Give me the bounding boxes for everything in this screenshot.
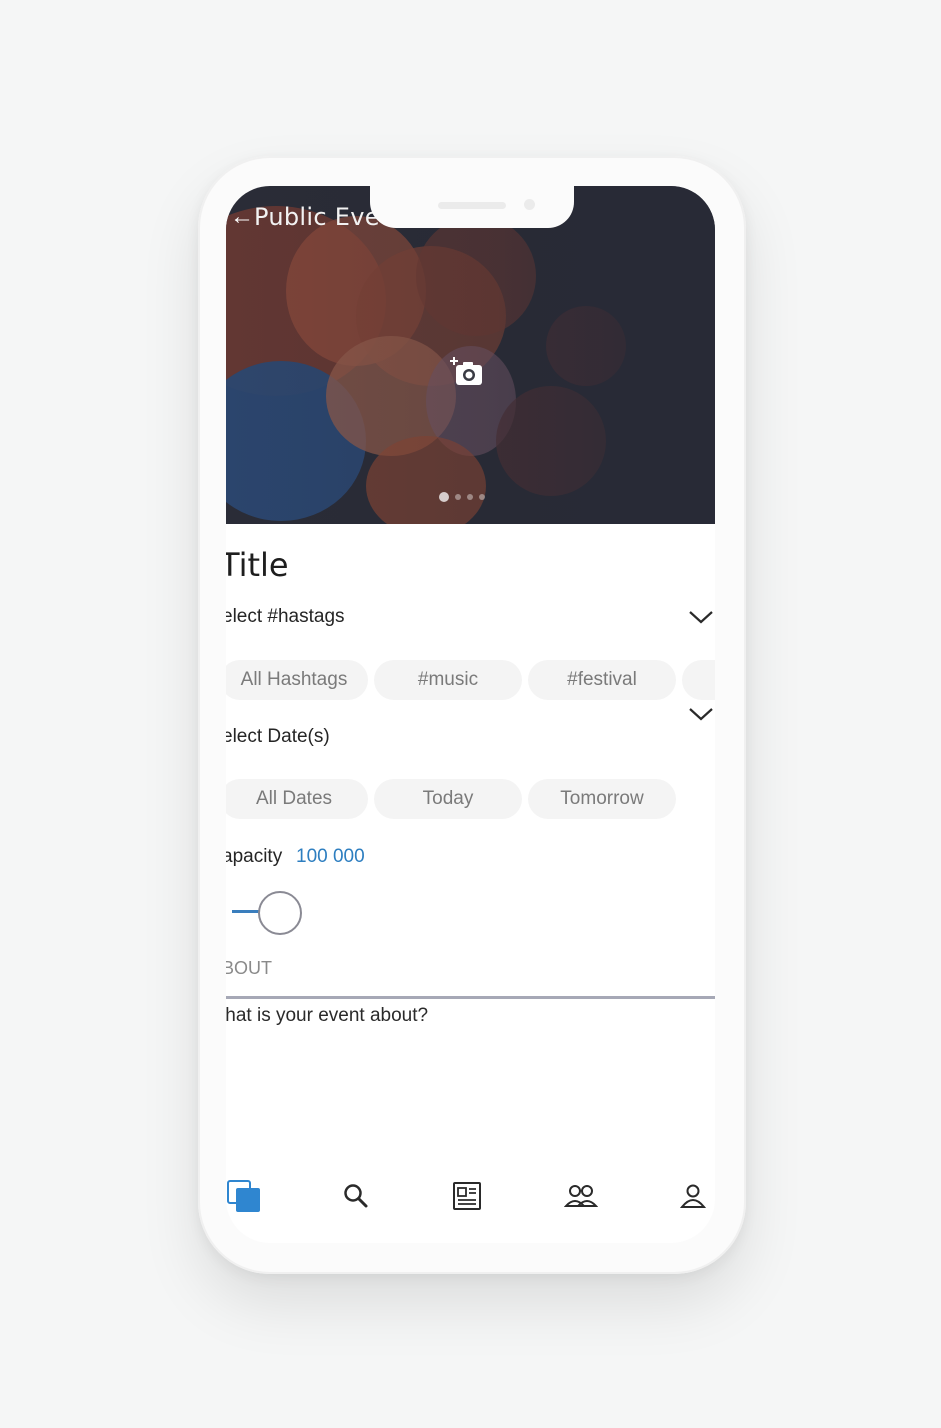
page-title: Public Eve [254,203,380,231]
add-photo-icon[interactable] [450,355,486,389]
device-notch [370,186,574,228]
hashtag-chip[interactable]: All Hashtags [226,660,368,700]
tab-people[interactable] [561,1176,601,1216]
tab-events[interactable] [226,1176,264,1216]
hashtag-chip[interactable]: #music [374,660,522,700]
hashtags-label: elect #hastags [226,606,345,627]
event-title-field[interactable]: Title [226,546,289,584]
dates-label: elect Date(s) [226,726,330,747]
speaker-grille [438,202,506,209]
bottom-tab-bar [226,1176,715,1226]
back-arrow-icon[interactable]: ← [230,202,254,232]
hashtag-chips: All Hashtags #music #festival [226,660,715,700]
app-screen: ← Public Eve Title elect #hastags All Ha [226,186,715,1243]
carousel-dot[interactable] [455,494,461,500]
events-icon [227,1180,260,1212]
carousel-indicator [439,491,485,503]
date-chips: All Dates Today Tomorrow [226,779,676,819]
profile-icon [679,1184,707,1208]
hashtag-chip[interactable]: #festival [528,660,676,700]
news-icon [453,1182,481,1210]
search-icon [344,1184,368,1208]
chevron-down-icon[interactable] [688,706,714,722]
tab-profile[interactable] [673,1176,713,1216]
about-input[interactable] [226,1001,700,1031]
carousel-dot[interactable] [467,494,473,500]
date-chip[interactable]: Today [374,779,522,819]
date-chip[interactable]: All Dates [226,779,368,819]
tab-search[interactable] [336,1176,376,1216]
hashtag-chip[interactable] [682,660,715,700]
chevron-down-icon[interactable] [688,609,714,625]
front-camera [524,199,535,210]
about-label: BOUT [226,958,273,978]
people-icon [564,1185,598,1207]
tab-news[interactable] [447,1176,487,1216]
carousel-dot[interactable] [439,492,449,502]
capacity-value: 100 000 [296,846,365,867]
capacity-label: apacity [226,846,283,867]
date-chip[interactable]: Tomorrow [528,779,676,819]
carousel-dot[interactable] [479,494,485,500]
about-divider [226,996,715,999]
capacity-slider-handle[interactable] [258,891,302,935]
cover-image[interactable]: ← Public Eve [226,186,715,524]
